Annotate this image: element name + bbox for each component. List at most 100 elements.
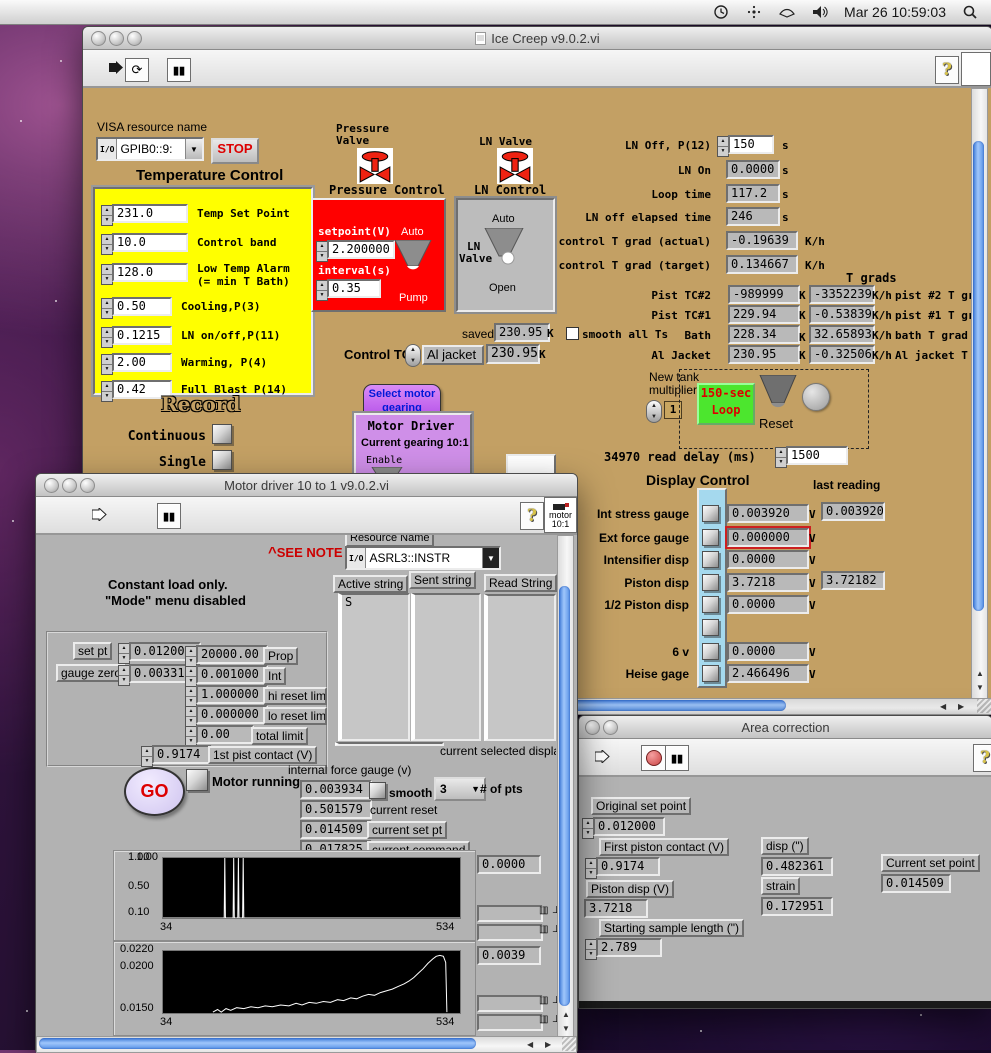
minimize-button[interactable] xyxy=(603,720,618,735)
help-button[interactable]: ? xyxy=(973,744,991,772)
reset-knob[interactable] xyxy=(757,375,799,415)
display-toggle[interactable] xyxy=(702,505,719,522)
active-string-box[interactable]: S xyxy=(338,593,410,741)
continuous-record-button[interactable] xyxy=(212,424,232,444)
sample-length-field[interactable]: 2.789 xyxy=(596,938,662,957)
tank-multiplier-stepper[interactable]: ▲ ▼ xyxy=(646,400,662,423)
motor-title-bar[interactable]: Motor driver 10 to 1 v9.0.2.vi xyxy=(36,474,577,497)
scroll-up-icon[interactable]: ▲ xyxy=(976,667,984,680)
help-button[interactable]: ? xyxy=(935,56,959,84)
scrollbar-thumb[interactable] xyxy=(559,586,570,1006)
graph2-scale-field[interactable] xyxy=(477,995,543,1012)
first-contact-field[interactable]: 0.9174 xyxy=(152,745,212,764)
run-continuously-button[interactable]: ⟳ xyxy=(125,58,149,82)
display-toggle[interactable] xyxy=(702,574,719,591)
loop-led[interactable] xyxy=(802,383,830,411)
ln-off-field[interactable]: 150 xyxy=(728,135,774,154)
int-field[interactable]: 0.001000 xyxy=(196,665,268,684)
run-icon[interactable] xyxy=(595,750,611,763)
pts-dropdown[interactable]: 3 ▼ xyxy=(434,777,486,801)
loop-button[interactable]: 150-sec Loop xyxy=(697,383,755,425)
display-toggle[interactable] xyxy=(702,596,719,613)
run-icon[interactable] xyxy=(109,61,125,74)
display-toggle[interactable] xyxy=(702,619,719,636)
graph2-palette-icon[interactable]: ▥ xyxy=(539,995,548,1006)
scroll-left-icon[interactable]: ◀ xyxy=(527,1038,533,1051)
area-title-bar[interactable]: Area correction xyxy=(579,716,991,739)
pressure-valve-icon[interactable] xyxy=(357,148,393,184)
total-limit-field[interactable]: 0.00 xyxy=(196,725,254,744)
motor-horizontal-scrollbar[interactable]: ◀ ▶ xyxy=(36,1036,577,1053)
sent-string-box[interactable] xyxy=(411,593,481,741)
scroll-right-icon[interactable]: ▶ xyxy=(545,1038,551,1051)
hi-reset-field[interactable]: 1.000000 xyxy=(196,685,268,704)
zoom-button[interactable] xyxy=(80,478,95,493)
zoom-button[interactable] xyxy=(127,31,142,46)
original-set-point-field[interactable]: 0.012000 xyxy=(593,817,665,836)
vi-icon[interactable] xyxy=(961,52,991,86)
minimize-button[interactable] xyxy=(62,478,77,493)
close-button[interactable] xyxy=(585,720,600,735)
time-machine-icon[interactable] xyxy=(712,4,730,20)
minimize-button[interactable] xyxy=(109,31,124,46)
wifi-icon[interactable] xyxy=(778,4,796,20)
low-temp-alarm-field[interactable]: 128.0 xyxy=(112,263,188,282)
graph1-scale-field[interactable] xyxy=(477,924,543,941)
motor-running-button[interactable] xyxy=(186,769,208,791)
vi-icon[interactable]: motor 10:1 xyxy=(544,497,577,533)
control-band-field[interactable]: 10.0 xyxy=(112,233,188,252)
motor-vertical-scrollbar[interactable]: ▲ ▼ xyxy=(557,535,574,1039)
resource-combo[interactable]: I/O ASRL3::INSTR ▼ xyxy=(345,546,501,570)
scroll-left-icon[interactable]: ◀ xyxy=(940,700,946,713)
scroll-down-icon[interactable]: ▼ xyxy=(562,1022,570,1035)
scroll-up-icon[interactable]: ▲ xyxy=(562,1008,570,1021)
ice-title-bar[interactable]: Ice Creep v9.0.2.vi xyxy=(83,27,991,50)
ice-vertical-scrollbar[interactable]: ▲ ▼ xyxy=(971,88,988,699)
read-delay-field[interactable]: 1500 xyxy=(786,446,848,465)
resize-grip[interactable] xyxy=(977,699,991,713)
lo-reset-field[interactable]: 0.000000 xyxy=(196,705,268,724)
graph2-palette-icon[interactable]: ▥ xyxy=(539,1014,548,1025)
control-tc-stepper[interactable]: ▲ ▼ xyxy=(405,344,421,367)
help-button[interactable]: ? xyxy=(520,502,544,530)
abort-button[interactable] xyxy=(641,745,667,771)
smooth-toggle[interactable] xyxy=(369,782,386,799)
display-toggle[interactable] xyxy=(702,665,719,682)
graph2-scale-field[interactable] xyxy=(477,1014,543,1031)
run-icon[interactable] xyxy=(92,508,108,521)
first-piston-contact-field[interactable]: 0.9174 xyxy=(596,857,660,876)
resize-grip[interactable] xyxy=(562,1037,576,1051)
single-record-button[interactable] xyxy=(212,450,232,470)
volume-icon[interactable] xyxy=(811,4,829,20)
spotlight-icon[interactable] xyxy=(961,4,979,20)
read-string-box[interactable] xyxy=(484,594,556,741)
display-toggle[interactable] xyxy=(702,529,719,546)
keyboard-access-icon[interactable] xyxy=(745,4,763,20)
scrollbar-thumb[interactable] xyxy=(39,1038,476,1049)
close-button[interactable] xyxy=(91,31,106,46)
temp-set-point-field[interactable]: 231.0 xyxy=(112,204,188,223)
pause-button[interactable]: ▮▮ xyxy=(167,58,191,82)
scrollbar-thumb[interactable] xyxy=(973,141,984,611)
pump-valve-knob[interactable] xyxy=(393,240,433,276)
scroll-right-icon[interactable]: ▶ xyxy=(958,700,964,713)
prop-field[interactable]: 20000.00 xyxy=(196,645,268,664)
go-button[interactable]: GO xyxy=(124,767,185,816)
interval-field[interactable]: 0.35 xyxy=(327,279,381,298)
graph1-palette-icon[interactable]: ▥ xyxy=(539,924,548,935)
warming-field[interactable]: 2.00 xyxy=(112,353,172,372)
graph1-scale-field[interactable] xyxy=(477,905,543,922)
pause-button[interactable]: ▮▮ xyxy=(665,745,689,771)
close-button[interactable] xyxy=(44,478,59,493)
setpoint-field[interactable]: 2.200000 xyxy=(327,240,395,259)
stop-button[interactable]: STOP xyxy=(211,138,259,164)
graph1-palette-icon[interactable]: ▥ xyxy=(539,905,548,916)
current-selected-field[interactable] xyxy=(335,742,444,746)
menu-clock[interactable]: Mar 26 10:59:03 xyxy=(844,4,946,20)
ln-onoff-field[interactable]: 0.1215 xyxy=(112,326,172,345)
cooling-field[interactable]: 0.50 xyxy=(112,297,172,316)
visa-resource-combo[interactable]: I/O GPIB0::9: ▼ xyxy=(96,137,204,161)
display-toggle[interactable] xyxy=(702,643,719,660)
control-tc-select[interactable]: Al jacket xyxy=(422,345,484,365)
scroll-down-icon[interactable]: ▼ xyxy=(976,681,984,694)
